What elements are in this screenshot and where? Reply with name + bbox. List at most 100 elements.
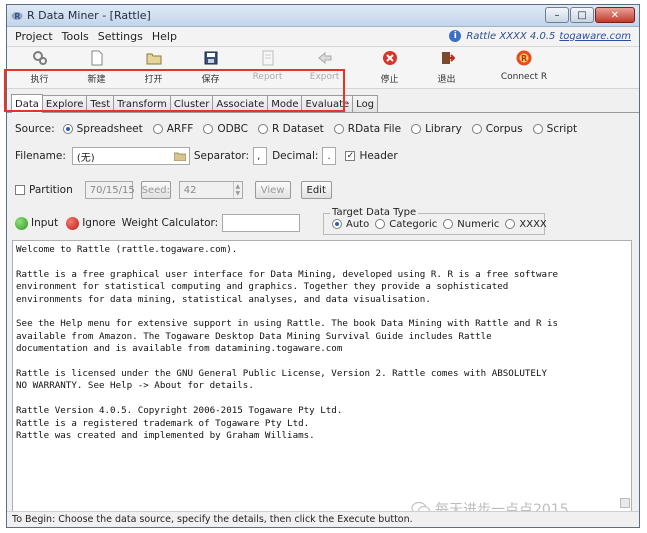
source-corpus[interactable]: Corpus: [471, 123, 523, 135]
new-label: 新建: [87, 75, 106, 85]
log-textview[interactable]: Welcome to Rattle (rattle.togaware.com).…: [12, 240, 632, 512]
header-checkbox[interactable]: ✓: [345, 151, 356, 161]
source-script[interactable]: Script: [532, 123, 578, 135]
report-button[interactable]: Report: [239, 50, 296, 82]
radio-odbc[interactable]: [203, 124, 214, 134]
radio-corpus[interactable]: [471, 124, 482, 134]
export-label: Export: [309, 72, 340, 82]
tab-cluster[interactable]: Cluster: [169, 95, 214, 112]
exit-button[interactable]: 退出: [418, 50, 475, 85]
partition-checkbox[interactable]: [15, 185, 25, 195]
filename-chooser[interactable]: (无): [71, 147, 190, 165]
connect-r-icon: R: [516, 50, 532, 66]
edit-button[interactable]: Edit: [300, 181, 332, 199]
connect-r-button[interactable]: R Connect R: [485, 50, 563, 82]
stop-button[interactable]: 停止: [361, 50, 418, 85]
togaware-link[interactable]: togaware.com: [559, 31, 631, 42]
open-button[interactable]: 打开: [125, 50, 182, 85]
tab-transform[interactable]: Transform: [113, 95, 171, 112]
decimal-input[interactable]: .: [322, 147, 337, 165]
source-spreadsheet[interactable]: Spreadsheet: [62, 123, 143, 135]
source-library[interactable]: Library: [411, 123, 462, 135]
title-bar[interactable]: R R Data Miner - [Rattle] – □ ✕: [7, 5, 639, 27]
seed-spinner[interactable]: 42 ▲ ▼: [178, 181, 243, 199]
source-corpus-label: Corpus: [485, 123, 523, 135]
close-button[interactable]: ✕: [595, 7, 635, 23]
tab-explore[interactable]: Explore: [41, 95, 88, 112]
execute-button[interactable]: 执行: [11, 50, 68, 85]
header-option[interactable]: ✓ Header: [345, 150, 398, 162]
weight-calculator-label: Weight Calculator:: [121, 217, 219, 229]
svg-text:R: R: [521, 54, 527, 63]
tab-associate[interactable]: Associate: [212, 95, 269, 112]
menu-project[interactable]: Project: [15, 30, 53, 43]
ignore-indicator-icon[interactable]: [66, 216, 80, 230]
source-script-label: Script: [546, 123, 578, 135]
version-label: Rattle XXXX 4.0.5: [466, 30, 556, 42]
seed-label: Seed:: [140, 181, 171, 199]
tab-log[interactable]: Log: [352, 95, 379, 112]
view-button[interactable]: View: [254, 181, 291, 199]
ignore-label[interactable]: Ignore: [82, 217, 115, 229]
separator-input[interactable]: ,: [253, 147, 268, 165]
source-r-dataset-label: R Dataset: [272, 123, 324, 135]
execute-icon: [32, 51, 47, 65]
new-button[interactable]: 新建: [68, 50, 125, 85]
partition-ratio-input[interactable]: 70/15/15: [84, 181, 135, 199]
resize-grip-icon[interactable]: [620, 498, 630, 508]
menu-bar: Project Tools Settings Help i Rattle XXX…: [7, 27, 639, 47]
target-numeric-label: Numeric: [457, 218, 500, 230]
radio-xxxx[interactable]: [505, 219, 516, 229]
radio-auto[interactable]: [332, 219, 342, 229]
radio-spreadsheet[interactable]: [62, 124, 73, 134]
target-numeric[interactable]: Numeric: [443, 219, 499, 230]
filename-row: Filename: (无) Separator: , Decimal: . ✓ …: [7, 143, 639, 169]
source-rdata-file[interactable]: RData File: [333, 123, 401, 135]
radio-categoric[interactable]: [375, 219, 386, 229]
menu-tools[interactable]: Tools: [62, 30, 89, 43]
execute-label: 执行: [30, 75, 49, 85]
report-label: Report: [252, 72, 283, 82]
source-odbc[interactable]: ODBC: [203, 123, 248, 135]
version-info: i Rattle XXXX 4.0.5 togaware.com: [449, 30, 631, 42]
save-button[interactable]: 保存: [182, 50, 239, 85]
info-icon: i: [449, 30, 462, 42]
target-xxxx[interactable]: XXXX: [505, 218, 547, 230]
export-button[interactable]: Export: [296, 50, 353, 82]
maximize-button[interactable]: □: [570, 7, 594, 23]
target-auto[interactable]: Auto: [332, 219, 369, 230]
radio-script[interactable]: [532, 124, 543, 134]
target-data-type-group: Target Data Type Auto Categoric Numeric …: [323, 207, 547, 235]
radio-numeric[interactable]: [443, 219, 454, 229]
tab-evaluate[interactable]: Evaluate: [301, 95, 354, 112]
source-arff-label: ARFF: [166, 123, 194, 135]
source-arff[interactable]: ARFF: [152, 123, 194, 135]
weight-calculator-input[interactable]: [222, 214, 301, 232]
partition-label: Partition: [29, 184, 73, 196]
radio-arff[interactable]: [152, 124, 163, 134]
input-indicator-icon[interactable]: [15, 216, 28, 230]
radio-r-dataset[interactable]: [258, 124, 269, 134]
exit-icon: [441, 52, 455, 64]
radio-rdata-file[interactable]: [333, 124, 344, 134]
target-categoric[interactable]: Categoric: [375, 219, 437, 230]
minimize-button[interactable]: –: [545, 7, 569, 23]
tab-model[interactable]: Mode: [267, 95, 303, 112]
target-xxxx-label: XXXX: [519, 218, 547, 230]
source-label: Source:: [15, 123, 55, 135]
source-row: Source: Spreadsheet ARFF ODBC R Dataset …: [7, 117, 639, 141]
source-spreadsheet-label: Spreadsheet: [76, 123, 143, 135]
export-icon: [317, 51, 331, 65]
stop-icon: [382, 51, 397, 65]
window-title: R Data Miner - [Rattle]: [27, 9, 151, 22]
exit-label: 退出: [437, 75, 456, 85]
tab-test[interactable]: Test: [86, 95, 115, 112]
radio-library[interactable]: [411, 124, 422, 134]
source-library-label: Library: [425, 123, 462, 135]
tab-data[interactable]: Data: [11, 94, 43, 113]
spinner-arrows-icon[interactable]: ▲ ▼: [232, 182, 242, 198]
input-label[interactable]: Input: [31, 217, 58, 229]
menu-settings[interactable]: Settings: [98, 30, 143, 43]
source-r-dataset[interactable]: R Dataset: [258, 123, 324, 135]
menu-help[interactable]: Help: [152, 30, 177, 43]
